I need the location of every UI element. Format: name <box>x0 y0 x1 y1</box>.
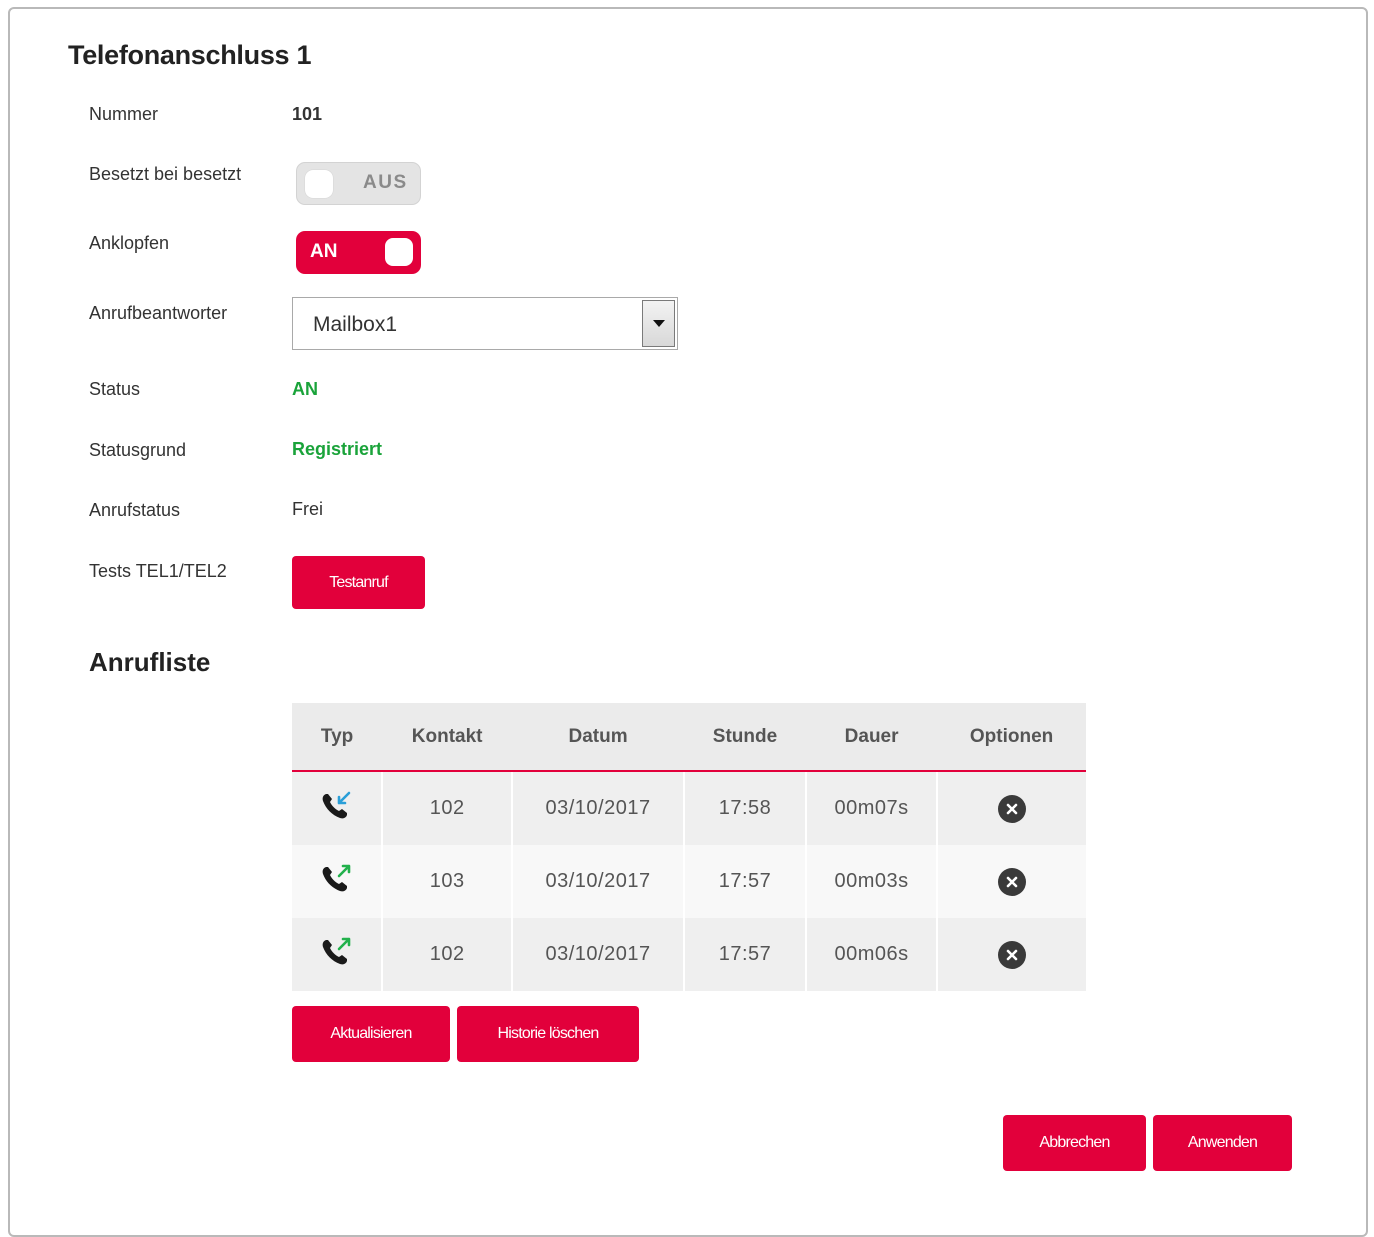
anklopfen-label: Anklopfen <box>89 233 170 253</box>
dauer-cell: 00m03s <box>806 845 939 918</box>
statusgrund-label: Statusgrund <box>89 440 187 460</box>
dauer-cell: 00m07s <box>806 771 939 845</box>
call-type-cell <box>292 918 384 991</box>
stunde-cell: 17:57 <box>683 845 808 918</box>
select-value: Mailbox1 <box>313 313 398 336</box>
besetzt-label: Besetzt bei besetzt <box>89 164 242 184</box>
status-label: Status <box>89 379 141 399</box>
kontakt-cell: 103 <box>382 845 514 918</box>
toggle-state-text: AUS <box>363 172 408 193</box>
column-header-stunde[interactable]: Stunde <box>683 703 807 772</box>
page-title: Telefonanschluss 1 <box>68 40 312 70</box>
column-header-optionen: Optionen <box>937 703 1086 772</box>
statusgrund-value: Registriert <box>292 439 383 459</box>
datum-cell: 03/10/2017 <box>512 771 685 845</box>
table-row: 102 03/10/2017 17:58 00m07s <box>292 771 1086 845</box>
refresh-button[interactable]: Aktualisieren <box>292 1006 450 1062</box>
table-row: 103 03/10/2017 17:57 00m03s <box>292 845 1086 918</box>
clear-history-button[interactable]: Historie löschen <box>457 1006 639 1062</box>
call-type-cell <box>292 771 384 845</box>
datum-cell: 03/10/2017 <box>512 918 685 991</box>
toggle-state-text: AN <box>310 241 338 262</box>
besetzt-toggle[interactable]: AUS <box>296 162 421 205</box>
optionen-cell <box>937 771 1086 845</box>
outgoing-call-icon <box>322 937 350 964</box>
anrufstatus-value: Frei <box>292 499 323 519</box>
apply-button[interactable]: Anwenden <box>1153 1115 1292 1171</box>
stunde-cell: 17:57 <box>683 918 808 991</box>
kontakt-cell: 102 <box>382 918 514 991</box>
call-history-table: Typ Kontakt Datum Stunde Dauer Optionen … <box>292 703 1086 991</box>
anrufbeantworter-label: Anrufbeantworter <box>89 303 228 323</box>
datum-cell: 03/10/2017 <box>512 845 685 918</box>
optionen-cell <box>937 845 1086 918</box>
calllist-title: Anrufliste <box>89 647 211 677</box>
dauer-cell: 00m06s <box>806 918 939 991</box>
nummer-label: Nummer <box>89 104 159 124</box>
anrufbeantworter-select[interactable]: Mailbox1 <box>292 297 678 350</box>
tests-label: Tests TEL1/TEL2 <box>89 561 227 581</box>
toggle-knob <box>385 238 413 266</box>
incoming-call-icon <box>322 791 350 818</box>
call-type-cell <box>292 845 384 918</box>
column-header-dauer[interactable]: Dauer <box>806 703 938 772</box>
anrufstatus-label: Anrufstatus <box>89 500 181 520</box>
outgoing-call-icon <box>322 864 350 891</box>
column-header-datum[interactable]: Datum <box>512 703 684 772</box>
table-header-row: Typ Kontakt Datum Stunde Dauer Optionen <box>292 703 1086 772</box>
dropdown-button[interactable] <box>642 300 675 347</box>
column-header-typ[interactable]: Typ <box>292 703 383 772</box>
chevron-down-icon <box>653 320 665 327</box>
stunde-cell: 17:58 <box>683 771 808 845</box>
nummer-value: 101 <box>292 104 323 124</box>
table-row: 102 03/10/2017 17:57 00m06s <box>292 918 1086 991</box>
delete-entry-icon[interactable] <box>998 940 1027 969</box>
delete-entry-icon[interactable] <box>998 867 1027 896</box>
delete-entry-icon[interactable] <box>998 794 1027 823</box>
settings-panel <box>8 7 1368 1237</box>
testanruf-button[interactable]: Testanruf <box>292 556 425 609</box>
kontakt-cell: 102 <box>382 771 514 845</box>
toggle-knob <box>305 170 333 198</box>
cancel-button[interactable]: Abbrechen <box>1003 1115 1146 1171</box>
status-value: AN <box>292 379 318 399</box>
anklopfen-toggle[interactable]: AN <box>296 231 421 274</box>
column-header-kontakt[interactable]: Kontakt <box>382 703 513 772</box>
optionen-cell <box>937 918 1086 991</box>
